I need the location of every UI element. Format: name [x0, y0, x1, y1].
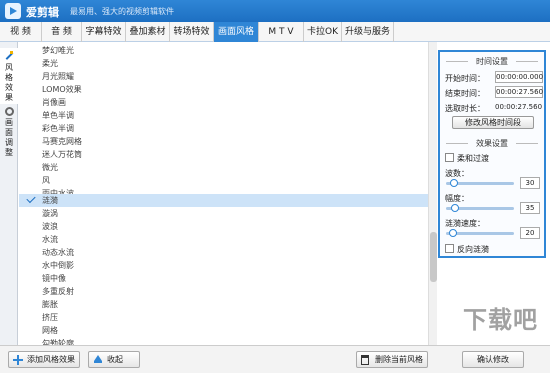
magic-wand-icon [4, 51, 14, 61]
duration-label: 选取时长： [445, 104, 485, 113]
list-item[interactable]: 迷人万花筒 [19, 148, 428, 161]
effect-list: 梦幻唯光 柔光 月光照耀 LOMO效果 肖像画 单色半调 彩色半调 马赛克网格 … [19, 42, 428, 345]
list-item[interactable]: LOMO效果 [19, 83, 428, 96]
list-item[interactable]: 挤压 [19, 311, 428, 324]
list-item[interactable]: 单色半调 [19, 109, 428, 122]
wave-count-label: 波数： [445, 169, 469, 178]
end-time-field[interactable]: 00:00:27.560 [495, 86, 543, 98]
list-item[interactable]: 动态水流 [19, 246, 428, 259]
trash-icon [361, 355, 369, 365]
modify-time-button[interactable]: 修改风格时间段 [452, 116, 534, 129]
time-settings-title: 时间设置 [440, 56, 544, 67]
ripple-speed-label: 涟漪速度： [445, 219, 485, 228]
start-time-label: 开始时间： [445, 74, 485, 83]
title-bar: 爱剪辑 最易用、强大的视频剪辑软件 [0, 0, 550, 22]
list-item[interactable]: 镜中像 [19, 272, 428, 285]
tab-mtv[interactable]: M T V [259, 22, 304, 42]
list-item[interactable]: 风 [19, 174, 428, 187]
delete-effect-label: 删除当前风格 [375, 355, 423, 364]
plus-icon [13, 355, 23, 365]
ripple-speed-slider[interactable] [446, 229, 514, 237]
tab-upgrade[interactable]: 升级与服务 [342, 22, 394, 42]
tab-audio[interactable]: 音 频 [42, 22, 82, 42]
bottom-toolbar: 添加风格效果 收起 删除当前风格 确认修改 [0, 345, 550, 373]
add-effect-label: 添加风格效果 [27, 355, 75, 364]
tab-picture-style[interactable]: 画面风格 [214, 22, 259, 42]
checkmark-icon [26, 193, 36, 204]
effect-settings-title: 效果设置 [440, 138, 544, 149]
slider-knob[interactable] [451, 204, 459, 212]
soft-transition-checkbox[interactable] [445, 153, 454, 162]
settings-panel: 时间设置 开始时间： 00:00:00.000 结束时间： 00:00:27.5… [438, 50, 546, 258]
list-item[interactable]: 波浪 [19, 220, 428, 233]
selected-effect-label: 涟漪 [42, 196, 58, 205]
collapse-icon [93, 355, 103, 365]
wave-count-field[interactable]: 30 [520, 177, 540, 189]
tab-style-label: 风格效果 [5, 63, 13, 102]
tab-adjust-label: 画面调整 [5, 118, 13, 157]
app-logo-icon [5, 3, 21, 19]
soft-transition-label: 柔和过渡 [457, 154, 489, 163]
watermark-logo: 下载吧 [463, 306, 538, 334]
slider-knob[interactable] [449, 229, 457, 237]
ripple-speed-field[interactable]: 20 [520, 227, 540, 239]
list-item[interactable]: 月光照耀 [19, 70, 428, 83]
delete-effect-button[interactable]: 删除当前风格 [356, 351, 428, 368]
tab-style-effects[interactable]: 风格效果 [0, 48, 18, 104]
left-side-tabs: 风格效果 画面调整 [0, 42, 18, 345]
end-time-label: 结束时间： [445, 89, 485, 98]
list-item[interactable]: 漩涡 [19, 207, 428, 220]
list-item[interactable]: 柔光 [19, 57, 428, 70]
amplitude-field[interactable]: 35 [520, 202, 540, 214]
list-item[interactable]: 网格 [19, 324, 428, 337]
app-name: 爱剪辑 [26, 6, 59, 19]
list-item[interactable]: 多重反射 [19, 285, 428, 298]
start-time-field[interactable]: 00:00:00.000 [495, 71, 543, 83]
tab-transitions[interactable]: 转场特效 [170, 22, 214, 42]
wave-count-slider[interactable] [446, 179, 514, 187]
collapse-label: 收起 [107, 355, 123, 364]
list-item[interactable]: 马赛克网格 [19, 135, 428, 148]
list-item[interactable]: 梦幻唯光 [19, 44, 428, 57]
amplitude-slider[interactable] [446, 204, 514, 212]
scrollbar-thumb[interactable] [430, 232, 437, 282]
add-effect-button[interactable]: 添加风格效果 [8, 351, 80, 368]
duration-value: 00:00:27.560 [495, 103, 543, 111]
list-item[interactable]: 膨胀 [19, 298, 428, 311]
amplitude-label: 幅度： [445, 194, 469, 203]
collapse-button[interactable]: 收起 [88, 351, 140, 368]
tab-video[interactable]: 视 频 [0, 22, 42, 42]
list-scrollbar[interactable] [428, 42, 437, 345]
app-slogan: 最易用、强大的视频剪辑软件 [70, 7, 174, 16]
slider-knob[interactable] [450, 179, 458, 187]
tab-picture-adjust[interactable]: 画面调整 [0, 104, 18, 162]
list-item-selected[interactable]: 涟漪 [19, 193, 428, 207]
adjust-icon [4, 107, 14, 116]
confirm-button[interactable]: 确认修改 [462, 351, 524, 368]
list-item[interactable]: 微光 [19, 161, 428, 174]
list-item[interactable]: 水中倒影 [19, 259, 428, 272]
tab-karaoke[interactable]: 卡拉OK [304, 22, 342, 42]
tab-subtitle-effects[interactable]: 字幕特效 [82, 22, 126, 42]
reverse-ripple-label: 反向涟漪 [457, 245, 489, 254]
list-item[interactable]: 肖像画 [19, 96, 428, 109]
main-menu: 视 频 音 频 字幕特效 叠加素材 转场特效 画面风格 M T V 卡拉OK 升… [0, 22, 550, 42]
list-item[interactable]: 水流 [19, 233, 428, 246]
tab-overlay[interactable]: 叠加素材 [126, 22, 170, 42]
list-item[interactable]: 彩色半调 [19, 122, 428, 135]
list-item[interactable]: 勾勒轮廓 [19, 337, 428, 345]
reverse-ripple-checkbox[interactable] [445, 244, 454, 253]
